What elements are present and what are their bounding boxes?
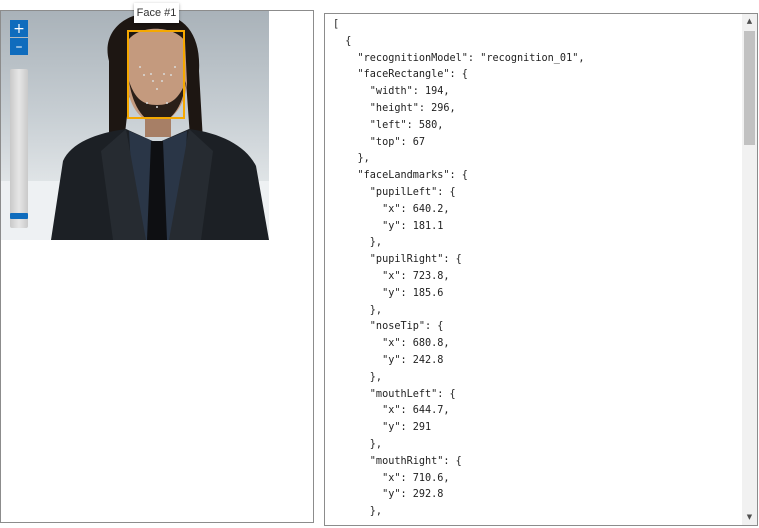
json-code-text: [ { "recognitionModel": "recognition_01"… <box>333 17 584 521</box>
json-line: [ <box>333 19 340 30</box>
json-line: "noseTip": { <box>333 321 444 333</box>
json-line: "top": 67 <box>333 136 426 148</box>
json-line: }, <box>333 506 383 518</box>
vertical-scrollbar[interactable]: ▲ ▼ <box>742 14 757 525</box>
json-line: "x": 644.7, <box>333 405 450 417</box>
face-label-tooltip: Face #1 <box>134 3 179 23</box>
json-line: "y": 242.8 <box>333 354 444 366</box>
json-line: "width": 194, <box>333 86 450 98</box>
json-line: "mouthRight": { <box>333 455 462 467</box>
json-line: "y": 181.1 <box>333 220 444 232</box>
json-line: "pupilRight": { <box>333 254 462 266</box>
json-line: "x": 723.8, <box>333 270 450 282</box>
json-line: "faceLandmarks": { <box>333 170 468 182</box>
json-line: { <box>333 35 352 47</box>
zoom-slider-thumb[interactable] <box>10 213 28 220</box>
json-line: }, <box>333 153 370 165</box>
zoom-slider-track[interactable] <box>10 69 28 228</box>
json-line: "x": 680.8, <box>333 338 450 350</box>
json-line: "y": 185.6 <box>333 287 444 299</box>
json-line: "mouthLeft": { <box>333 388 456 400</box>
json-line: "x": 640.2, <box>333 203 450 215</box>
json-line: "x": 710.6, <box>333 472 450 484</box>
json-line: "recognitionModel": "recognition_01", <box>333 52 585 64</box>
json-line: "left": 580, <box>333 119 444 131</box>
zoom-out-button[interactable]: – <box>10 38 28 55</box>
json-output-panel[interactable]: [ { "recognitionModel": "recognition_01"… <box>324 13 758 526</box>
face-rectangle[interactable] <box>127 30 185 119</box>
scroll-down-arrow-icon[interactable]: ▼ <box>742 510 757 525</box>
json-line: }, <box>333 371 383 383</box>
json-line: "y": 291 <box>333 422 432 434</box>
zoom-in-button[interactable]: + <box>10 20 28 37</box>
scroll-up-arrow-icon[interactable]: ▲ <box>742 14 757 29</box>
json-line: "height": 296, <box>333 102 456 114</box>
json-line: }, <box>333 304 383 316</box>
json-line: "y": 292.8 <box>333 489 444 501</box>
json-line: "faceRectangle": { <box>333 69 468 81</box>
json-line: "pupilLeft": { <box>333 186 456 198</box>
json-line: }, <box>333 438 383 450</box>
image-viewer: + – Face #1 <box>0 3 314 523</box>
scrollbar-thumb[interactable] <box>744 31 755 145</box>
json-line: }, <box>333 237 383 249</box>
